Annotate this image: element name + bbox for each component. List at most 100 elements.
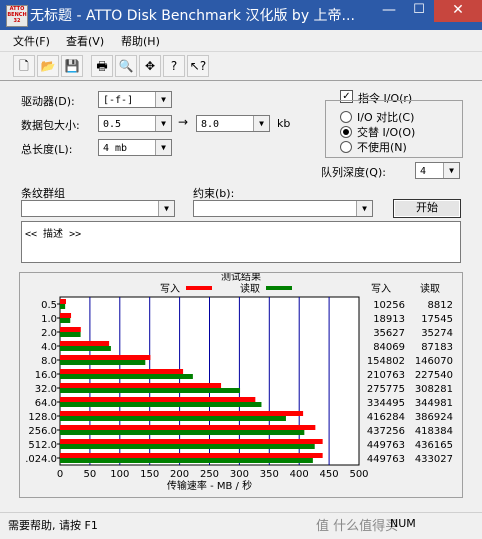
constraint-label: 约束(b): <box>193 187 235 200</box>
value-read: 308281 <box>415 384 453 395</box>
io-mode-group: I/O 对比(C) 交替 I/O(O) 不使用(N) <box>325 100 463 158</box>
print-icon[interactable]: 🖶 <box>91 55 113 77</box>
bar-read <box>60 458 313 463</box>
overlapped-io-radio[interactable] <box>340 126 352 138</box>
value-write: 10256 <box>373 300 405 311</box>
y-tick-label: 0.5 <box>41 300 57 311</box>
bar-write <box>60 411 304 416</box>
queue-depth-label: 队列深度(Q): <box>321 166 386 179</box>
value-read: 17545 <box>421 314 453 325</box>
open-folder-icon[interactable]: 📂 <box>37 55 59 77</box>
bar-read <box>60 304 66 309</box>
total-length-value: 4 mb <box>103 143 128 154</box>
y-tick-label: 2.0 <box>41 328 57 339</box>
bar-write <box>60 383 222 388</box>
x-tick-label: 300 <box>230 469 249 480</box>
neither-label: 不使用(N) <box>357 141 407 154</box>
status-bar: 需要帮助, 请按 F1 值 什么值得买 NUM <box>0 512 482 539</box>
toolbar: 🗋 📂 💾 🖶 🔍 ✥ ? ↖? <box>0 51 482 81</box>
x-tick-label: 50 <box>84 469 97 480</box>
num-lock-indicator: NUM <box>390 517 416 530</box>
move-icon[interactable]: ✥ <box>139 55 161 77</box>
chart-title: 测试结果 <box>221 273 261 283</box>
chevron-down-icon[interactable]: ▼ <box>443 163 459 178</box>
packet-from-select[interactable]: 0.5 ▼ <box>98 115 172 132</box>
x-tick-label: 250 <box>200 469 219 480</box>
drive-value: [-f-] <box>103 95 134 106</box>
drive-label: 驱动器(D): <box>21 95 75 108</box>
arrow-icon: → <box>178 115 189 129</box>
value-read: 436165 <box>415 440 453 451</box>
results-chart: 测试结果写入 读取 写入 读取 0 50 100 150 200 250 300 350 400 450 5… <box>25 270 453 492</box>
queue-depth-select[interactable]: 4 ▼ <box>415 162 460 179</box>
new-file-icon[interactable]: 🗋 <box>13 55 35 77</box>
packet-from-value: 0.5 <box>103 119 122 130</box>
x-tick-label: 350 <box>260 469 279 480</box>
title-bar: ATTO BENCH 32 无标题 - ATTO Disk Benchmark … <box>0 0 482 30</box>
packet-to-select[interactable]: 8.0 ▼ <box>196 115 270 132</box>
help-icon[interactable]: ? <box>163 55 185 77</box>
constraint-select[interactable]: ▼ <box>193 200 373 217</box>
y-tick-label: 256.0 <box>28 426 57 437</box>
chevron-down-icon[interactable]: ▼ <box>155 140 171 155</box>
chevron-down-icon[interactable]: ▼ <box>356 201 372 216</box>
menu-file[interactable]: 文件(F) <box>13 33 50 49</box>
minimize-button[interactable]: — <box>374 0 404 22</box>
value-write: 18913 <box>373 314 405 325</box>
x-tick-label: 450 <box>320 469 339 480</box>
neither-radio[interactable] <box>340 141 352 153</box>
legend-write-label: 写入 <box>160 283 180 295</box>
column-header-write: 写入 <box>371 283 391 295</box>
stripe-group-select[interactable]: ▼ <box>21 200 175 217</box>
chevron-down-icon[interactable]: ▼ <box>155 116 171 131</box>
x-tick-label: 150 <box>140 469 159 480</box>
packet-unit: kb <box>277 117 291 130</box>
io-compare-radio[interactable] <box>340 111 352 123</box>
menu-help[interactable]: 帮助(H) <box>121 33 160 49</box>
column-header-read: 读取 <box>420 282 440 295</box>
x-tick-label: 0 <box>57 469 63 480</box>
save-icon[interactable]: 💾 <box>61 55 83 77</box>
bar-write <box>60 425 316 430</box>
value-write: 35627 <box>373 328 405 339</box>
legend-write-swatch <box>186 286 212 290</box>
bar-write <box>60 397 256 402</box>
y-tick-label: 8.0 <box>41 356 57 367</box>
y-tick-label: 1.0 <box>41 314 57 325</box>
chevron-down-icon[interactable]: ▼ <box>155 92 171 107</box>
app-icon: ATTO BENCH 32 <box>6 5 28 27</box>
drive-select[interactable]: [-f-] ▼ <box>98 91 172 108</box>
watermark: 值 什么值得买 <box>316 519 399 534</box>
bar-write <box>60 439 323 444</box>
description-textarea[interactable]: << 描述 >> <box>21 221 461 263</box>
value-read: 227540 <box>415 370 453 381</box>
menu-bar: 文件(F) 查看(V) 帮助(H) <box>0 30 482 50</box>
overlapped-io-label: 交替 I/O(O) <box>357 126 416 139</box>
start-button[interactable]: 开始 <box>393 199 461 218</box>
value-write: 210763 <box>367 370 405 381</box>
context-help-icon[interactable]: ↖? <box>187 55 209 77</box>
stripe-group-label: 条纹群组 <box>21 187 65 200</box>
value-read: 386924 <box>415 412 453 423</box>
print-preview-icon[interactable]: 🔍 <box>115 55 137 77</box>
x-tick-label: 100 <box>110 469 129 480</box>
chevron-down-icon[interactable]: ▼ <box>253 116 269 131</box>
bar-write <box>60 327 81 332</box>
status-help-text: 需要帮助, 请按 F1 <box>8 519 98 532</box>
value-write: 154802 <box>367 356 405 367</box>
bar-read <box>60 444 315 449</box>
bar-read <box>60 360 146 365</box>
menu-view[interactable]: 查看(V) <box>66 33 104 49</box>
total-length-select[interactable]: 4 mb ▼ <box>98 139 172 156</box>
value-write: 449763 <box>367 454 405 465</box>
value-write: 334495 <box>367 398 405 409</box>
bar-read <box>60 416 286 421</box>
x-axis-label: 传输速率 - MB / 秒 <box>167 479 252 492</box>
io-compare-label: I/O 对比(C) <box>357 111 415 124</box>
y-tick-label: 64.0 <box>35 398 57 409</box>
close-button[interactable]: ✕ <box>434 0 482 22</box>
value-read: 35274 <box>421 328 453 339</box>
chevron-down-icon[interactable]: ▼ <box>158 201 174 216</box>
maximize-button[interactable]: ☐ <box>404 0 434 22</box>
x-tick-label: 500 <box>349 469 368 480</box>
